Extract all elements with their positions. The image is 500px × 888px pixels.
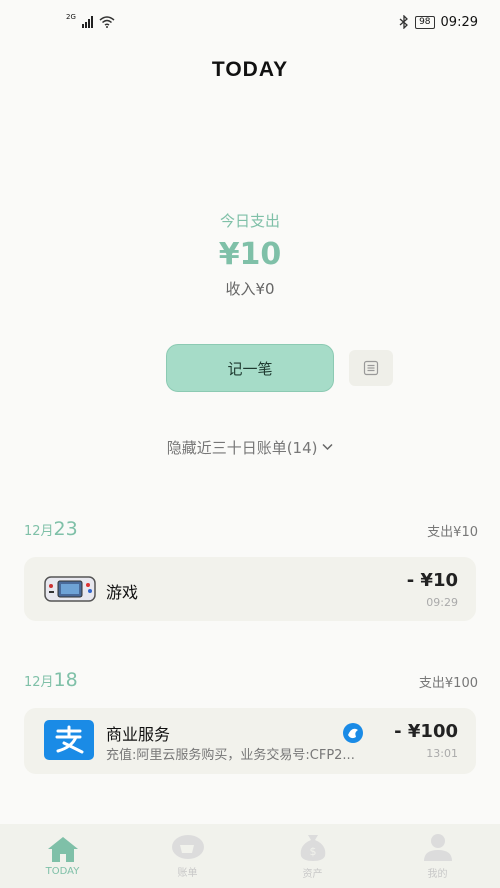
bill-amount: - ¥10: [406, 570, 458, 591]
bill-card[interactable]: 商业服务 充值:阿里云服务购买，业务交易号:CFP2... - ¥100 13:…: [24, 708, 476, 774]
day-month: 12月: [24, 524, 54, 539]
network-type: 2G: [66, 13, 76, 21]
channel-icon: [343, 723, 363, 743]
bill-amount: - ¥100: [394, 721, 458, 742]
home-icon: [47, 837, 78, 862]
bluetooth-icon: [399, 15, 409, 29]
day-month: 12月: [24, 675, 54, 690]
today-expense-label: 今日支出: [219, 212, 280, 230]
today-expense-amount: ¥10: [218, 237, 282, 272]
bill-name: 商业服务: [106, 725, 171, 744]
day-number: 18: [53, 669, 78, 691]
day-total: 支出¥100: [418, 676, 478, 691]
gamepad-icon: [44, 569, 96, 609]
bill-time: 13:01: [426, 747, 458, 760]
day-total: 支出¥10: [427, 525, 478, 540]
bill-icon: [171, 835, 204, 859]
list-button[interactable]: [349, 350, 393, 386]
status-right: 98 09:29: [399, 15, 478, 30]
day-header: 12月23 支出¥10: [24, 518, 478, 540]
tab-bar: TODAY 账单 $ 资产 我的: [0, 824, 500, 888]
wifi-icon: [99, 16, 115, 28]
chevron-down-icon: [322, 443, 333, 451]
status-time: 09:29: [440, 14, 478, 30]
status-left: 2G: [66, 13, 115, 28]
today-summary: 今日支出 ¥10 收入¥0: [0, 210, 500, 299]
tab-mine[interactable]: 我的: [375, 824, 500, 888]
money-bag-icon: $: [300, 835, 325, 861]
day-header: 12月18 支出¥100: [24, 669, 478, 691]
record-button[interactable]: 记一笔: [166, 344, 334, 392]
tab-today[interactable]: TODAY: [0, 824, 125, 888]
list-icon: [363, 360, 379, 376]
hidden-bills-toggle[interactable]: 隐藏近三十日账单(14): [0, 437, 500, 458]
tab-assets[interactable]: $ 资产: [250, 824, 375, 888]
tab-label: 账单: [177, 868, 198, 879]
tab-bills[interactable]: 账单: [125, 824, 250, 888]
bill-note: 充值:阿里云服务购买，业务交易号:CFP2...: [106, 748, 355, 763]
bill-name: 游戏: [106, 583, 139, 602]
today-income: 收入¥0: [225, 280, 275, 298]
svg-text:$: $: [309, 845, 316, 858]
signal-icon: [81, 16, 93, 28]
day-date: 12月23: [24, 518, 78, 540]
day-number: 23: [53, 518, 78, 540]
bill-time: 09:29: [426, 596, 458, 609]
day-date: 12月18: [24, 669, 78, 691]
tab-label: 我的: [427, 869, 448, 880]
page-title: TODAY: [211, 58, 289, 81]
hidden-bills-text: 隐藏近三十日账单(14): [166, 439, 318, 457]
bill-card[interactable]: 游戏 - ¥10 09:29: [24, 557, 476, 621]
tab-label: TODAY: [45, 866, 80, 877]
battery-icon: 98: [415, 15, 435, 29]
status-bar: 2G 98 09:29: [0, 0, 500, 44]
person-icon: [423, 834, 452, 861]
alipay-icon: [44, 720, 94, 760]
tab-label: 资产: [302, 869, 323, 880]
